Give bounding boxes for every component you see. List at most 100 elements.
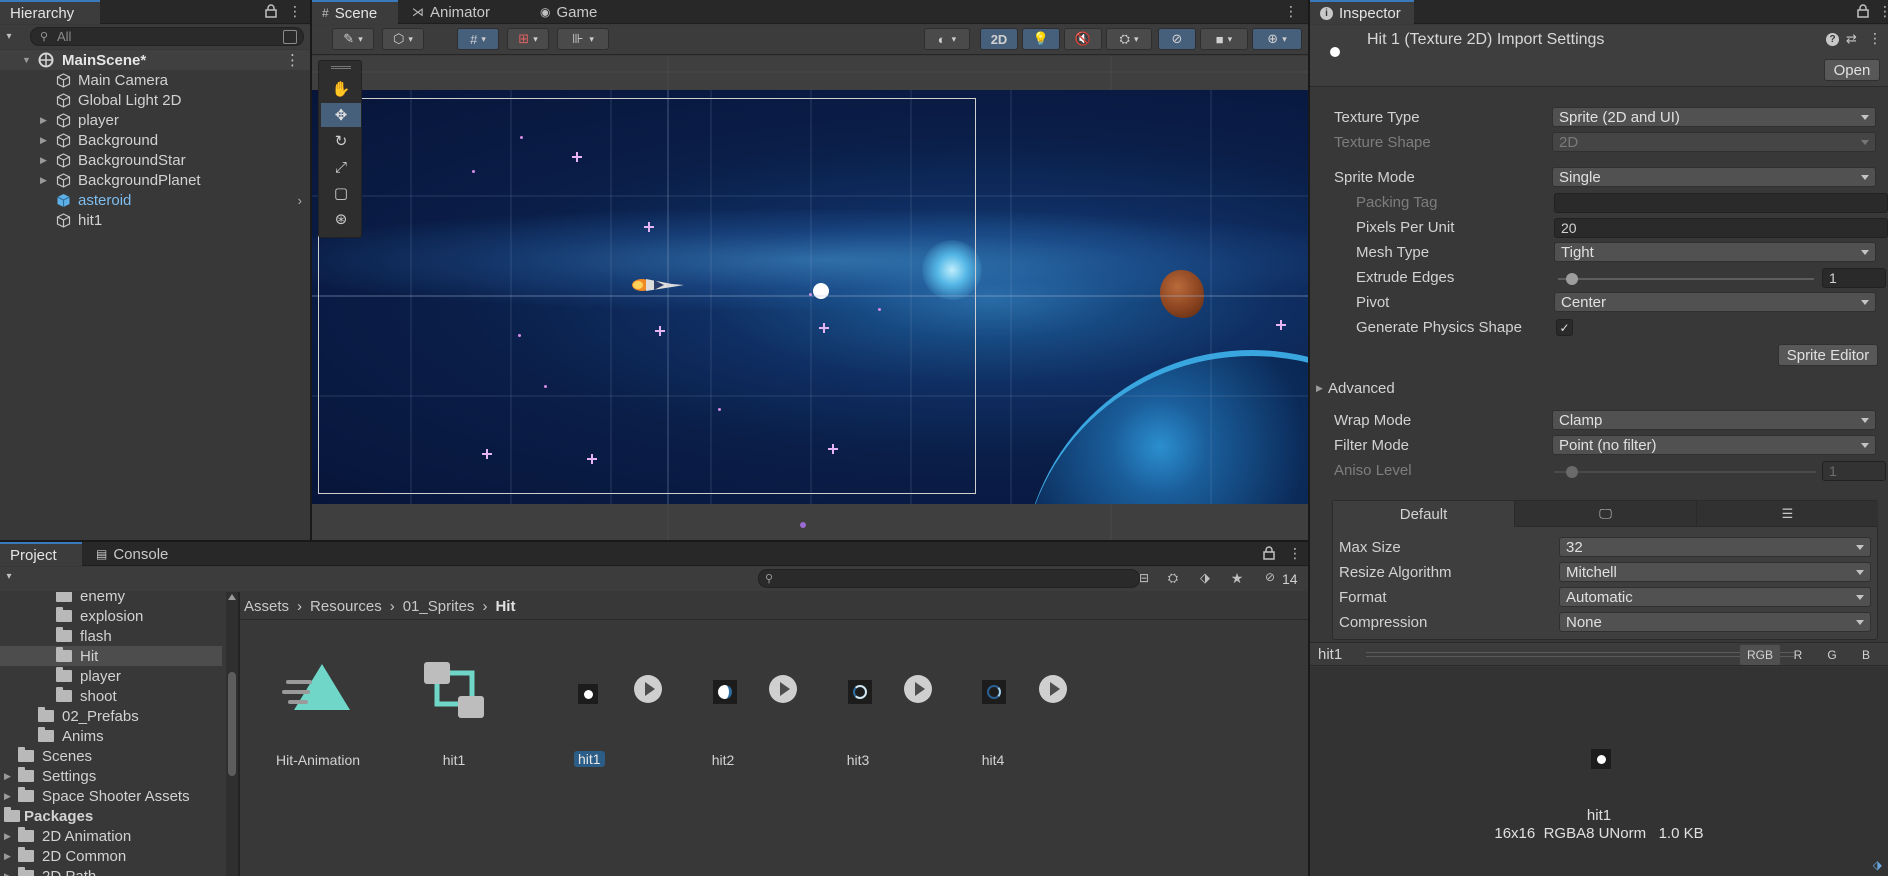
breadcrumb-hit[interactable]: Hit [495,598,515,615]
tree-scrollbar-thumb[interactable] [228,672,236,776]
tool-palette-grip[interactable] [331,66,351,69]
help-icon[interactable]: ? [1826,33,1839,46]
expand-arrow-icon[interactable]: ▼ [22,55,32,65]
expand-arrow-icon[interactable]: ▶ [4,791,14,802]
physics-shape-checkbox[interactable]: ✓ [1556,319,1573,336]
max-size-dropdown[interactable]: 32 [1559,537,1871,557]
transform-tool[interactable]: ⊛ [321,207,361,231]
asset-hit-animation[interactable] [282,660,354,716]
asset-tag-icon[interactable]: ⬗ [1873,858,1882,872]
hierarchy-item-background[interactable]: ▶ Background [0,130,310,150]
tab-animator[interactable]: ⋊ Animator [402,0,502,24]
play-animation-button[interactable] [904,675,932,703]
filter-by-label-icon[interactable]: ⬗ [1196,570,1214,586]
lock-icon[interactable] [1856,3,1870,19]
hierarchy-item-global-light[interactable]: Global Light 2D [0,90,310,110]
snap-increment-button[interactable]: ⊞ ▾ [507,28,549,50]
hierarchy-item-hit1[interactable]: hit1 [0,210,310,230]
filter-by-type-icon[interactable]: ⛭ [1164,570,1182,586]
folder-settings[interactable]: ▶ Settings [0,766,238,786]
extrude-slider[interactable] [1558,269,1814,289]
audio-toggle-button[interactable]: 🔇 [1064,28,1102,50]
channel-g-button[interactable]: G [1818,645,1846,665]
asset-hit1-sprite[interactable] [578,684,598,704]
asset-hit3-sprite[interactable] [848,680,872,704]
grid-snap-button[interactable]: # ▾ [457,28,499,50]
filter-mode-dropdown[interactable]: Point (no filter) [1552,435,1876,455]
expand-arrow-icon[interactable]: ▶ [4,871,14,876]
play-animation-button[interactable] [634,675,662,703]
channel-b-button[interactable]: B [1852,645,1880,665]
tab-game[interactable]: ◉ Game [530,0,614,24]
format-dropdown[interactable]: Automatic [1559,587,1871,607]
draw-mode-button[interactable]: ✎ ▾ [332,28,374,50]
folder-packages[interactable]: Packages [0,806,238,826]
visibility-toggle-button[interactable]: ⊘ [1158,28,1196,50]
move-tool[interactable]: ✥ [321,103,361,127]
folder-player[interactable]: player [0,666,238,686]
scene-viewport[interactable]: ✋ ✥ ↻ ⤢ ▢ ⊛ [312,56,1308,540]
shading-button[interactable]: ◐ ▾ [924,28,970,50]
scale-tool[interactable]: ⤢ [321,155,361,179]
favorite-star-icon[interactable]: ★ [1228,570,1246,587]
folder-2d-path[interactable]: ▶ 2D Path [0,866,238,876]
expand-arrow-icon[interactable]: ▶ [40,135,50,146]
effects-button[interactable]: ⛭ ▾ [1106,28,1152,50]
expand-arrow-icon[interactable]: ▶ [40,115,50,126]
search-filter-icon[interactable] [283,30,297,44]
wrap-mode-dropdown[interactable]: Clamp [1552,410,1876,430]
play-animation-button[interactable] [769,675,797,703]
hierarchy-item-background-star[interactable]: ▶ BackgroundStar [0,150,310,170]
hand-tool[interactable]: ✋ [321,77,361,101]
advanced-foldout[interactable]: ▶ Advanced [1316,378,1395,398]
scene-row[interactable]: ▼ MainScene* ⋮ [0,50,310,70]
channel-r-button[interactable]: R [1784,645,1812,665]
folder-hit[interactable]: Hit [0,646,222,666]
gizmos-button[interactable]: ⊕ ▾ [1252,28,1302,50]
grid-settings-button[interactable]: ⊪ ▾ [557,28,609,50]
expand-arrow-icon[interactable]: ▶ [4,831,14,842]
tab-inspector[interactable]: i Inspector [1310,0,1414,24]
pivot-dropdown[interactable]: Center [1554,292,1876,312]
hierarchy-item-asteroid[interactable]: asteroid › [0,190,310,210]
create-dropdown-icon[interactable]: ▾ [0,571,18,582]
folder-enemy[interactable]: enemy [0,592,238,606]
chevron-right-icon[interactable]: › [298,193,302,208]
sprite-editor-button[interactable]: Sprite Editor [1778,344,1878,366]
sprite-mode-dropdown[interactable]: Single [1552,167,1876,187]
tab-scene[interactable]: # Scene [312,0,398,24]
breadcrumb-sprites[interactable]: 01_Sprites [403,598,475,615]
hierarchy-item-main-camera[interactable]: Main Camera [0,70,310,90]
tab-console[interactable]: ▤ Console [86,542,178,566]
hierarchy-item-background-planet[interactable]: ▶ BackgroundPlanet [0,170,310,190]
add-dropdown-icon[interactable]: ▾ [0,28,18,44]
expand-arrow-icon[interactable]: ▶ [40,155,50,166]
more-menu-icon[interactable]: ⋮ [1878,3,1888,20]
open-button[interactable]: Open [1824,59,1880,81]
rect-tool[interactable]: ▢ [321,181,361,205]
component-more-icon[interactable]: ⋮ [1868,30,1882,47]
more-menu-icon[interactable]: ⋮ [288,3,302,19]
channel-rgb-button[interactable]: RGB [1740,645,1780,665]
hierarchy-search-input[interactable]: ⚲ All [30,27,304,46]
camera-button[interactable]: ■ ▾ [1200,28,1248,50]
expand-arrow-icon[interactable]: ▶ [40,175,50,186]
tab-project[interactable]: Project [0,542,82,566]
platform-tab-standalone[interactable]: 🖵 [1515,501,1697,527]
slider-thumb[interactable] [1566,273,1578,285]
mode-2d-button[interactable]: 2D [980,28,1018,50]
lighting-toggle-button[interactable]: 💡 [1022,28,1060,50]
expand-arrow-icon[interactable]: ▶ [4,851,14,862]
rotate-tool[interactable]: ↻ [321,129,361,153]
folder-anims[interactable]: Anims [0,726,238,746]
folder-flash[interactable]: flash [0,626,238,646]
scene-more-icon[interactable]: ⋮ [285,51,300,69]
packing-tag-input[interactable] [1554,193,1888,213]
tree-scroll-up-icon[interactable] [228,594,236,600]
lock-icon[interactable] [264,3,278,19]
folder-2d-animation[interactable]: ▶ 2D Animation [0,826,238,846]
asset-hit1-controller[interactable] [422,660,486,724]
folder-scenes[interactable]: Scenes [0,746,238,766]
search-by-type-icon[interactable]: ⊟ [1136,571,1152,585]
project-search-input[interactable]: ⚲ [758,569,1140,588]
